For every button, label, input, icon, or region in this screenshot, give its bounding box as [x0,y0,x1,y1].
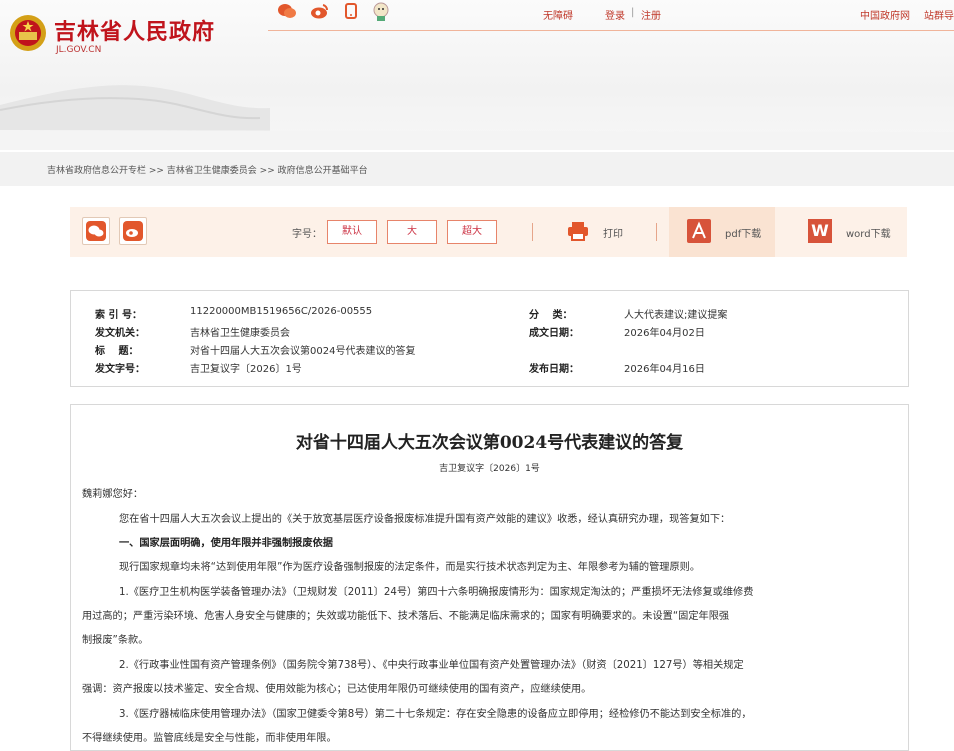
paragraph: 您在省十四届人大五次会议上提出的《关于放宽基层医疗设备报废标准提升国有资产效能的… [119,514,731,525]
top-nav-bar: 无障碍 登录 | 注册 中国政府网 站群导 [268,0,954,31]
word-download-button[interactable]: W word下载 [790,207,907,257]
font-xlarge-button[interactable]: 超大 [447,220,497,244]
title-value: 对省十四届人大五次会议第0024号代表建议的答复 [190,346,416,357]
divider [656,223,657,241]
date-label: 成文日期： [529,328,579,339]
accessibility-link[interactable]: 无障碍 [543,7,573,22]
article-doc-number: 吉卫复议字〔2026〕1号 [439,464,540,474]
title-label: 标 题： [95,346,139,357]
agency-label: 发文机关： [95,328,145,339]
breadcrumb-text[interactable]: 吉林省政府信息公开专栏 >> 吉林省卫生健康委员会 >> 政府信息公开基础平台 [47,163,368,176]
index-value: 11220000MB1519656C/2026-00555 [190,306,373,317]
mountain-banner-image [0,85,954,150]
pdf-download-button[interactable]: pdf下载 [669,207,775,257]
docno-value: 吉卫复议字〔2026〕1号 [190,364,302,375]
paragraph: 不得继续使用。监管底线是安全与性能，而非使用年限。 [82,733,337,744]
word-icon: W [808,219,832,243]
site-group-link[interactable]: 站群导 [924,7,954,22]
publish-label: 发布日期： [529,364,579,375]
article-toolbar: 字号： 默认 大 超大 打印 pdf下载 W word下载 [70,207,907,257]
register-link[interactable]: 注册 [641,7,661,22]
category-value: 人大代表建议;建议提案 [624,310,728,321]
paragraph: 用过高的；严重污染环境、危害人身安全与健康的；失效或功能低下、技术落后、不能满足… [82,611,730,622]
date-value: 2026年04月02日 [624,328,705,339]
print-button[interactable]: 打印 [603,225,623,240]
site-domain: JL.GOV.CN [56,45,102,55]
mascot-icon[interactable] [372,0,390,22]
article-body: 对省十四届人大五次会议第0024号代表建议的答复 吉卫复议字〔2026〕1号 魏… [70,404,909,751]
weibo-icon[interactable] [310,3,328,19]
paragraph: 制报废”条款。 [82,635,149,646]
font-size-label: 字号： [292,229,322,240]
mobile-icon[interactable] [345,3,357,19]
category-label: 分 类： [529,310,573,321]
publish-value: 2026年04月16日 [624,364,705,375]
site-title[interactable]: 吉林省人民政府 [54,14,215,46]
section-heading: 一、国家层面明确，使用年限并非强制报废依据 [119,538,333,549]
share-weibo-button[interactable] [119,217,147,245]
index-label: 索 引 号： [95,310,142,321]
article-title: 对省十四届人大五次会议第0024号代表建议的答复 [295,433,684,453]
wechat-icon [86,221,106,241]
central-gov-link[interactable]: 中国政府网 [860,7,910,22]
paragraph: 现行国家规章均未将“达到使用年限”作为医疗设备强制报废的法定条件，而是实行技术状… [119,562,701,573]
nav-divider: | [631,7,635,18]
paragraph: 强调：资产报废以技术鉴定、安全合规、使用效能为核心；已达使用年限仍可继续使用的国… [82,684,592,695]
breadcrumb: 吉林省政府信息公开专栏 >> 吉林省卫生健康委员会 >> 政府信息公开基础平台 [0,152,954,186]
divider [532,223,533,241]
document-metadata: 索 引 号： 11220000MB1519656C/2026-00555 分 类… [70,290,909,387]
pdf-icon [687,219,711,243]
national-emblem-icon [10,15,46,51]
printer-icon[interactable] [567,221,589,241]
paragraph: 3.《医疗器械临床使用管理办法》（国家卫健委令第8号）第二十七条规定：存在安全隐… [119,709,752,720]
wechat-icon[interactable] [278,3,296,19]
share-wechat-button[interactable] [82,217,110,245]
word-download-label: word下载 [846,229,891,240]
font-large-button[interactable]: 大 [387,220,437,244]
salutation: 魏莉娜您好： [82,489,144,500]
pdf-download-label: pdf下载 [725,229,762,240]
weibo-icon [123,221,143,241]
font-default-button[interactable]: 默认 [327,220,377,244]
paragraph: 1.《医疗卫生机构医学装备管理办法》（卫规财发〔2011〕24号）第四十六条明确… [119,587,754,598]
agency-value: 吉林省卫生健康委员会 [190,328,290,339]
docno-label: 发文字号： [95,364,145,375]
paragraph: 2.《行政事业性国有资产管理条例》（国务院令第738号）、《中央行政事业单位国有… [119,660,744,671]
login-link[interactable]: 登录 [605,7,625,22]
